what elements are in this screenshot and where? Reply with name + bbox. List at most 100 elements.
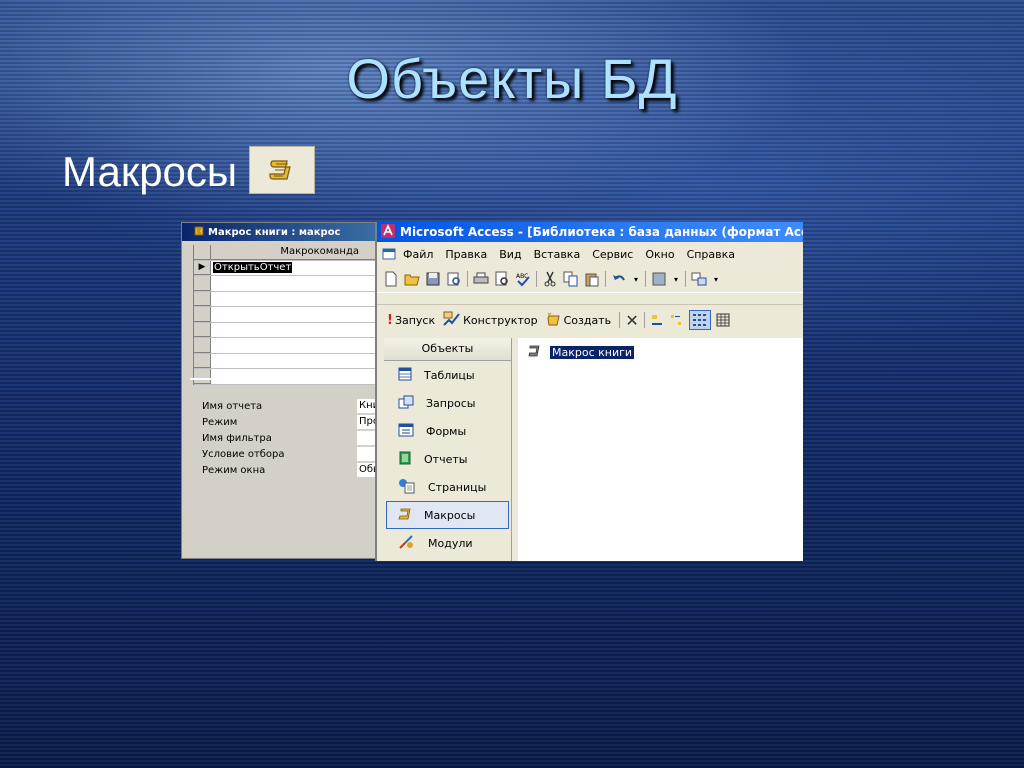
action-arguments-panel: Имя отчета Кни Режим Про Имя фильтра Услов… <box>190 378 376 558</box>
macro-action-cell[interactable] <box>211 354 376 369</box>
save-icon[interactable] <box>425 271 441 287</box>
arg-value-field[interactable] <box>357 447 376 461</box>
search-icon[interactable] <box>446 271 462 287</box>
print-icon[interactable] <box>473 271 489 287</box>
objects-item-tables[interactable]: Таблицы <box>384 361 511 389</box>
delete-icon[interactable]: ✕ <box>624 311 640 330</box>
details-view-icon[interactable] <box>715 312 731 328</box>
design-button[interactable]: Конструктор <box>443 311 538 330</box>
spelling-icon[interactable]: ABC <box>515 271 531 287</box>
arg-row-report-name: Имя отчета Кни <box>190 398 376 414</box>
objects-item-label: Макросы <box>424 508 476 522</box>
objects-item-reports[interactable]: Отчеты <box>384 445 511 473</box>
macro-icon <box>528 345 540 360</box>
toolbar-separator <box>467 271 468 287</box>
macro-icon <box>194 226 204 239</box>
print-preview-icon[interactable] <box>494 271 510 287</box>
table-row[interactable]: ▶ ОткрытьОтчет <box>194 260 376 276</box>
macro-action-cell[interactable] <box>211 323 376 338</box>
objects-item-pages[interactable]: Страницы <box>384 473 511 501</box>
arg-label: Режим окна <box>202 464 266 476</box>
create-button[interactable]: Создать <box>546 311 611 330</box>
chevron-down-icon[interactable]: ▾ <box>632 271 640 287</box>
toolbar-separator <box>685 271 686 287</box>
chevron-down-icon[interactable]: ▾ <box>712 271 720 287</box>
open-icon[interactable] <box>404 271 420 287</box>
menu-view[interactable]: Вид <box>499 248 521 261</box>
menu-edit[interactable]: Правка <box>445 248 487 261</box>
run-button[interactable]: ! Запуск <box>387 313 435 328</box>
objects-list-pane: Макрос книги <box>518 338 803 561</box>
objects-item-label: Отчеты <box>424 452 468 466</box>
module-icon <box>398 534 416 553</box>
menu-bar: Файл Правка Вид Вставка Сервис Окно Спра… <box>377 242 803 266</box>
small-icons-view-icon[interactable] <box>669 312 685 328</box>
list-item[interactable]: Макрос книги <box>528 345 636 360</box>
list-view-icon[interactable] <box>689 310 712 330</box>
access-titlebar[interactable]: Microsoft Access - [Библиотека : база да… <box>377 222 803 242</box>
database-window-icon[interactable] <box>381 246 397 262</box>
macro-action-cell[interactable] <box>211 276 376 291</box>
standard-toolbar: ABC ▾ ▾ ▾ <box>377 266 803 293</box>
row-selector[interactable] <box>194 276 211 291</box>
subtitle-row: Макросы <box>62 146 316 196</box>
menu-window[interactable]: Окно <box>645 248 674 261</box>
chevron-down-icon[interactable]: ▾ <box>672 271 680 287</box>
toolbar-separator <box>605 271 606 287</box>
macro-action-cell[interactable] <box>211 338 376 353</box>
objects-item-macros[interactable]: Макросы <box>386 501 509 529</box>
arg-label: Имя фильтра <box>202 432 272 444</box>
menu-tools[interactable]: Сервис <box>592 248 633 261</box>
arg-row-window-mode: Режим окна Обы <box>190 462 376 478</box>
arg-value-field[interactable] <box>357 431 376 445</box>
row-selector[interactable] <box>194 307 211 322</box>
macro-action-cell[interactable] <box>211 307 376 322</box>
database-toolbar: ! Запуск Конструктор Создать ✕ <box>377 304 803 335</box>
objects-header[interactable]: Объекты <box>384 338 511 361</box>
menu-insert[interactable]: Вставка <box>534 248 581 261</box>
row-selector[interactable] <box>194 322 211 337</box>
macro-action-cell[interactable]: ОткрытьОтчет <box>211 261 376 276</box>
large-icons-view-icon[interactable] <box>649 312 665 328</box>
new-object-icon <box>546 311 562 330</box>
objects-bar: Объекты Таблицы Запросы Формы Отчеты Стр… <box>384 338 512 561</box>
arg-row-where-condition: Условие отбора <box>190 446 376 462</box>
access-window-title: Microsoft Access - [Библиотека : база да… <box>400 225 803 239</box>
macro-action-cell[interactable] <box>211 292 376 307</box>
objects-item-queries[interactable]: Запросы <box>384 389 511 417</box>
table-row[interactable] <box>194 322 376 338</box>
run-button-label: Запуск <box>394 313 436 327</box>
table-row[interactable] <box>194 291 376 307</box>
row-selector[interactable] <box>194 353 211 368</box>
column-header-action[interactable]: Макрокоманда <box>211 245 376 260</box>
table-row[interactable] <box>194 307 376 323</box>
arg-label: Режим <box>202 416 238 428</box>
list-item-label: Макрос книги <box>548 345 636 360</box>
arg-value-field[interactable]: Обы <box>357 463 376 477</box>
arg-label: Условие отбора <box>202 448 285 460</box>
arg-value-field[interactable]: Кни <box>357 399 376 413</box>
table-row[interactable] <box>194 338 376 354</box>
copy-icon[interactable] <box>563 271 579 287</box>
row-selector[interactable] <box>194 338 211 353</box>
macro-icon <box>398 508 412 523</box>
macro-window-titlebar[interactable]: Макрос книги : макрос <box>182 223 376 241</box>
grid-header-row: Макрокоманда <box>194 245 376 261</box>
undo-icon[interactable] <box>611 271 627 287</box>
new-icon[interactable] <box>383 271 399 287</box>
objects-item-modules[interactable]: Модули <box>384 529 511 557</box>
table-row[interactable] <box>194 353 376 369</box>
menu-file[interactable]: Файл <box>403 248 433 261</box>
objects-item-forms[interactable]: Формы <box>384 417 511 445</box>
current-row-indicator-icon[interactable]: ▶ <box>194 260 211 275</box>
paste-icon[interactable] <box>584 271 600 287</box>
row-selector[interactable] <box>194 291 211 306</box>
menu-help[interactable]: Справка <box>687 248 735 261</box>
office-links-icon[interactable] <box>651 271 667 287</box>
macro-actions-grid: Макрокоманда ▶ ОткрытьОтчет <box>193 245 376 385</box>
table-row[interactable] <box>194 276 376 292</box>
table-icon <box>398 367 412 384</box>
arg-value-field[interactable]: Про <box>357 415 376 429</box>
analyze-icon[interactable] <box>691 271 707 287</box>
cut-icon[interactable] <box>542 271 558 287</box>
